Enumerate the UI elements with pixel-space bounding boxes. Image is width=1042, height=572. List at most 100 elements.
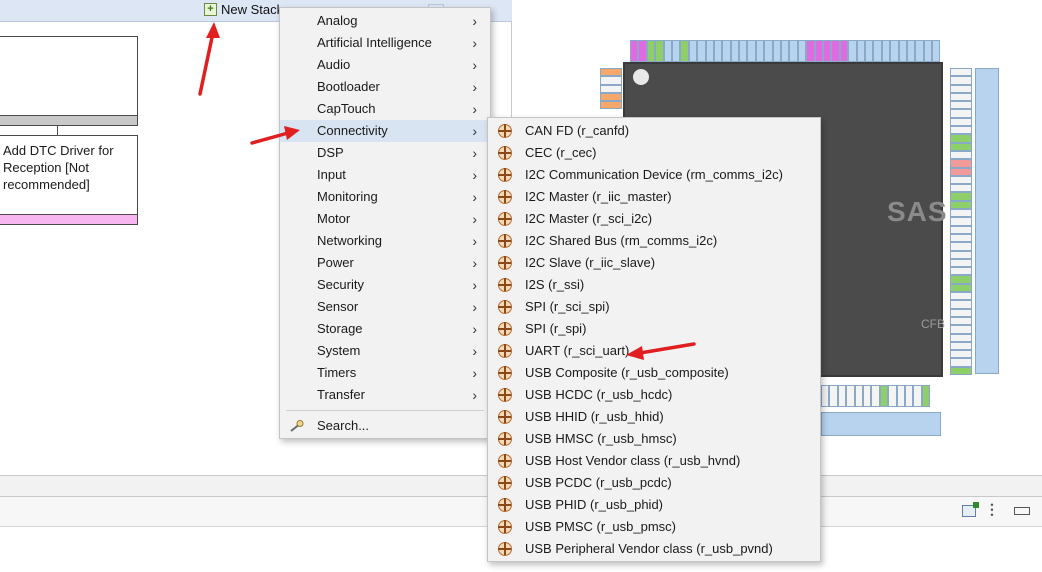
pin[interactable] (950, 275, 972, 284)
pin[interactable] (862, 385, 872, 407)
pin[interactable] (950, 76, 972, 85)
pin[interactable] (739, 40, 748, 62)
pin[interactable] (890, 40, 899, 62)
pin[interactable] (722, 40, 731, 62)
pin[interactable] (923, 40, 933, 62)
pin[interactable] (846, 385, 855, 407)
pin[interactable] (764, 40, 773, 62)
pin[interactable] (697, 40, 706, 62)
menu-item-analog[interactable]: Analog › (280, 10, 490, 32)
pin[interactable] (950, 316, 972, 326)
pin[interactable] (600, 68, 622, 77)
pin[interactable] (950, 209, 972, 218)
pin[interactable] (950, 184, 972, 193)
menu-item-cec[interactable]: CEC (r_cec) (488, 142, 820, 164)
pin[interactable] (950, 233, 972, 243)
menu-item-artificial-intelligence[interactable]: Artificial Intelligence › (280, 32, 490, 54)
menu-item-search[interactable]: Search... (280, 415, 490, 437)
pin[interactable] (906, 40, 916, 62)
pin[interactable] (950, 126, 972, 135)
pin[interactable] (950, 134, 972, 143)
pin[interactable] (831, 40, 840, 62)
menu-item-usb-pcdc[interactable]: USB PCDC (r_usb_pcdc) (488, 472, 820, 494)
pin[interactable] (663, 40, 672, 62)
menu-item-bootloader[interactable]: Bootloader › (280, 76, 490, 98)
menu-item-usb-hcdc[interactable]: USB HCDC (r_usb_hcdc) (488, 384, 820, 406)
pin[interactable] (950, 175, 972, 185)
pin[interactable] (913, 385, 922, 407)
dtc-stack-block[interactable]: Add DTC Driver for Reception [Not recomm… (0, 135, 138, 225)
pin[interactable] (871, 385, 880, 407)
pin[interactable] (789, 40, 798, 62)
menu-item-audio[interactable]: Audio › (280, 54, 490, 76)
pin[interactable] (904, 385, 914, 407)
menu-item-i2c-slave[interactable]: I2C Slave (r_iic_slave) (488, 252, 820, 274)
menu-item-i2c-master-sci[interactable]: I2C Master (r_sci_i2c) (488, 208, 820, 230)
pin[interactable] (915, 40, 924, 62)
pin[interactable] (600, 92, 622, 102)
menu-item-security[interactable]: Security › (280, 274, 490, 296)
pin[interactable] (873, 40, 882, 62)
pin[interactable] (950, 159, 972, 168)
menu-item-can-fd[interactable]: CAN FD (r_canfd) (488, 120, 820, 142)
menu-item-usb-peripheral-vendor[interactable]: USB Peripheral Vendor class (r_usb_pvnd) (488, 538, 820, 560)
pin[interactable] (848, 40, 857, 62)
pin[interactable] (921, 385, 931, 407)
stack-block[interactable] (0, 36, 138, 126)
menu-item-dsp[interactable]: DSP › (280, 142, 490, 164)
pin[interactable] (822, 40, 832, 62)
pin[interactable] (839, 40, 849, 62)
pin[interactable] (864, 40, 874, 62)
menu-item-usb-pmsc[interactable]: USB PMSC (r_usb_pmsc) (488, 516, 820, 538)
pin-view-icon[interactable] (962, 502, 979, 517)
pin[interactable] (655, 40, 664, 62)
pin[interactable] (688, 40, 698, 62)
pin[interactable] (950, 150, 972, 160)
pin[interactable] (950, 333, 972, 342)
pin[interactable] (950, 142, 972, 151)
pin[interactable] (898, 40, 907, 62)
pin[interactable] (950, 92, 972, 102)
menu-item-usb-hhid[interactable]: USB HHID (r_usb_hhid) (488, 406, 820, 428)
menu-item-i2c-master-iic[interactable]: I2C Master (r_iic_master) (488, 186, 820, 208)
pin[interactable] (950, 300, 972, 309)
menu-item-transfer[interactable]: Transfer › (280, 384, 490, 406)
pin[interactable] (950, 366, 972, 375)
pin[interactable] (950, 200, 972, 210)
pin[interactable] (950, 292, 972, 301)
menu-item-connectivity[interactable]: Connectivity › (280, 120, 490, 142)
menu-item-motor[interactable]: Motor › (280, 208, 490, 230)
minimize-icon[interactable] (1014, 507, 1030, 515)
pin[interactable] (950, 283, 972, 293)
pin[interactable] (950, 109, 972, 118)
menu-item-spi-sci[interactable]: SPI (r_sci_spi) (488, 296, 820, 318)
pin[interactable] (950, 117, 972, 127)
menu-item-usb-composite[interactable]: USB Composite (r_usb_composite) (488, 362, 820, 384)
menu-item-storage[interactable]: Storage › (280, 318, 490, 340)
pin[interactable] (713, 40, 723, 62)
pin[interactable] (854, 385, 863, 407)
pin[interactable] (950, 167, 972, 176)
pin[interactable] (730, 40, 740, 62)
pin[interactable] (747, 40, 756, 62)
menu-item-monitoring[interactable]: Monitoring › (280, 186, 490, 208)
pin[interactable] (950, 250, 972, 259)
menu-item-usb-phid[interactable]: USB PHID (r_usb_phid) (488, 494, 820, 516)
pin[interactable] (806, 40, 815, 62)
pin[interactable] (950, 68, 972, 77)
pin[interactable] (856, 40, 865, 62)
pin[interactable] (755, 40, 765, 62)
pin[interactable] (781, 40, 790, 62)
menu-item-i2s[interactable]: I2S (r_ssi) (488, 274, 820, 296)
pin[interactable] (646, 40, 656, 62)
pin[interactable] (600, 84, 622, 93)
menu-item-captouch[interactable]: CapTouch › (280, 98, 490, 120)
menu-item-usb-hmsc[interactable]: USB HMSC (r_usb_hmsc) (488, 428, 820, 450)
pin[interactable] (950, 101, 972, 110)
pin[interactable] (680, 40, 689, 62)
pin[interactable] (932, 40, 941, 62)
pin[interactable] (950, 242, 972, 251)
pin[interactable] (638, 40, 647, 62)
pin[interactable] (821, 385, 830, 407)
pin[interactable] (950, 225, 972, 234)
